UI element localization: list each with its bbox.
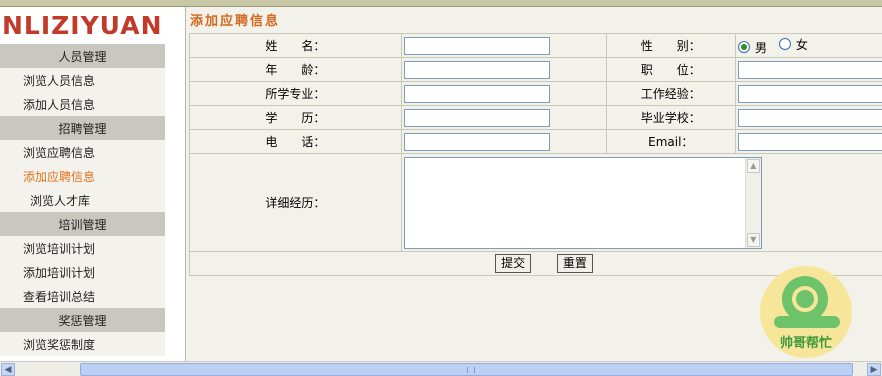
reset-button[interactable]: 重置 xyxy=(556,254,593,273)
age-label: 年 龄： xyxy=(189,57,402,82)
snail-spiral-icon xyxy=(792,286,818,312)
menu-header-personnel[interactable]: 人员管理 xyxy=(0,44,165,68)
experience-label: 工作经验： xyxy=(605,81,737,106)
major-label: 所学专业： xyxy=(189,81,402,106)
scroll-left-icon[interactable]: ◀ xyxy=(1,363,15,376)
gender-female-label: 女 xyxy=(795,37,808,52)
menu-item-browse-applications[interactable]: 浏览应聘信息 xyxy=(0,140,165,164)
submit-button[interactable]: 提交 xyxy=(495,254,532,273)
email-input[interactable] xyxy=(738,132,882,151)
horizontal-scrollbar[interactable]: ◀ ▶ xyxy=(0,361,882,376)
position-label: 职 位： xyxy=(605,57,737,82)
watermark-logo: 帅哥帮忙 xyxy=(760,266,852,358)
scroll-up-icon[interactable]: ▲ xyxy=(746,158,760,173)
education-input[interactable] xyxy=(403,108,550,127)
major-input[interactable] xyxy=(403,84,550,103)
name-label: 姓 名： xyxy=(189,33,402,58)
sidebar: NLIZIYUAN 人员管理 浏览人员信息 添加人员信息 招聘管理 浏览应聘信息… xyxy=(0,7,186,361)
name-input[interactable] xyxy=(403,36,550,55)
textarea-scrollbar[interactable]: ▲ ▼ xyxy=(744,157,761,248)
scroll-down-icon[interactable]: ▼ xyxy=(746,232,760,247)
menu-item-add-application[interactable]: 添加应聘信息 xyxy=(0,164,165,188)
gender-radio-female[interactable]: 女 xyxy=(778,36,808,53)
resume-textarea[interactable]: ▲ ▼ xyxy=(403,156,762,249)
resume-label: 详细经历： xyxy=(189,153,402,252)
sidebar-menu: 人员管理 浏览人员信息 添加人员信息 招聘管理 浏览应聘信息 添加应聘信息 浏览… xyxy=(0,44,165,356)
education-label: 学 历： xyxy=(189,105,402,130)
gender-male-label: 男 xyxy=(755,40,768,55)
age-input[interactable] xyxy=(403,60,550,79)
watermark-text: 帅哥帮忙 xyxy=(779,336,832,351)
menu-header-training[interactable]: 培训管理 xyxy=(0,212,165,236)
menu-header-recruitment[interactable]: 招聘管理 xyxy=(0,116,165,140)
menu-item-talent-pool[interactable]: 浏览人才库 xyxy=(0,188,165,212)
radio-checked-icon xyxy=(738,41,750,53)
menu-item-add-personnel[interactable]: 添加人员信息 xyxy=(0,92,165,116)
gender-label: 性 别： xyxy=(605,33,737,58)
top-frame-strip xyxy=(0,0,882,7)
email-label: Email： xyxy=(605,129,737,154)
menu-item-browse-training-plans[interactable]: 浏览培训计划 xyxy=(0,236,165,260)
menu-item-browse-personnel[interactable]: 浏览人员信息 xyxy=(0,68,165,92)
menu-item-browse-rewards[interactable]: 浏览奖惩制度 xyxy=(0,332,165,356)
scrollbar-thumb[interactable] xyxy=(80,363,853,376)
gender-radio-group: 男 女 xyxy=(735,33,882,58)
page-title: 添加应聘信息 xyxy=(190,14,281,29)
logo: NLIZIYUAN xyxy=(2,11,163,40)
radio-unchecked-icon xyxy=(778,38,791,50)
experience-input[interactable] xyxy=(738,84,882,103)
menu-header-rewards[interactable]: 奖惩管理 xyxy=(0,308,165,332)
gender-radio-male[interactable]: 男 xyxy=(738,39,767,56)
grip-icon xyxy=(466,367,475,373)
phone-input[interactable] xyxy=(403,132,550,151)
phone-label: 电 话： xyxy=(189,129,402,154)
scroll-right-icon[interactable]: ▶ xyxy=(867,363,881,376)
menu-item-training-summary[interactable]: 查看培训总结 xyxy=(0,284,165,308)
form-actions: 提交 重置 xyxy=(189,251,882,276)
school-label: 毕业学校： xyxy=(605,105,737,130)
school-input[interactable] xyxy=(738,108,882,127)
application-form: 姓 名： 性 别： 男 女 年 龄： 职 位： 所学专业： 工作经验： 学 历：… xyxy=(189,33,882,276)
snail-body-icon xyxy=(774,316,840,328)
menu-item-add-training-plan[interactable]: 添加培训计划 xyxy=(0,260,165,284)
position-input[interactable] xyxy=(738,60,882,79)
